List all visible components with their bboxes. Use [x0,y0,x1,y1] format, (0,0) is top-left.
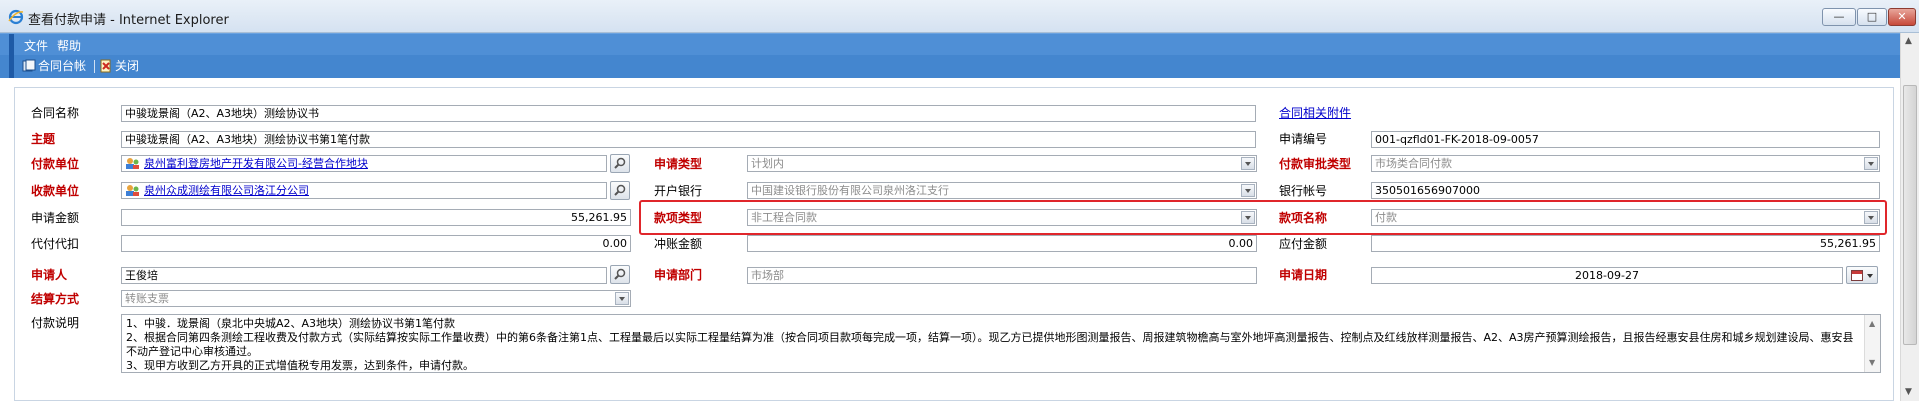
textarea-scrollbar[interactable]: ▲ ▼ [1864,315,1880,372]
apply-type-value: 计划内 [751,157,784,170]
title-bar: 查看付款申请 - Internet Explorer — □ ✕ [0,0,1919,33]
menu-item-file[interactable]: 文件 [24,37,48,54]
approval-type-select[interactable]: 市场类合同付款 [1371,155,1880,172]
apply-dept-label: 申请部门 [654,268,703,282]
apply-date-field[interactable]: 2018-09-27 [1371,267,1843,284]
bank-value: 中国建设银行股份有限公司泉州洛江支行 [751,184,949,197]
pay-note-line-3: 3、现甲方收到乙方开具的正式增值税专用发票，达到条件，申请付款。 [126,359,474,372]
bank-label: 开户银行 [654,184,703,198]
applicant-field[interactable]: 王俊培 [121,267,607,284]
close-label: 关闭 [115,59,140,73]
search-icon [614,157,626,169]
organization-icon [126,185,139,196]
minimize-icon: — [1833,10,1845,23]
date-picker-button[interactable] [1846,266,1878,284]
calendar-icon [1851,270,1863,281]
offset-amount-label: 冲账金额 [654,237,703,251]
payee-search-button[interactable] [610,181,630,200]
apply-dept-field: 市场部 [747,267,1257,284]
payee-label: 收款单位 [31,184,80,198]
settle-method-value: 转账支票 [125,292,169,305]
vertical-scrollbar[interactable]: ▲ ▼ [1900,33,1919,401]
bank-select[interactable]: 中国建设银行股份有限公司泉州洛江支行 [747,182,1257,199]
pay-note-line-2: 2、根据合同第四条测绘工程收费及付款方式（实际结算按实际工作量收费）中的第6条备… [126,331,1854,358]
applicant-label: 申请人 [31,268,68,282]
agent-pay-field[interactable]: 0.00 [121,235,631,252]
payee-field[interactable]: 泉州众成测绘有限公司洛江分公司 [121,182,607,199]
contract-attachment-link[interactable]: 合同相关附件 [1279,104,1351,121]
window-title: 查看付款申请 - Internet Explorer [28,13,229,28]
toolbar-separator [94,60,95,73]
subject-label: 主题 [31,132,56,146]
close-window-button[interactable]: ✕ [1888,8,1916,26]
payable-amount-field: 55,261.95 [1371,235,1880,252]
chevron-down-icon[interactable] [1241,157,1255,170]
apply-no-field: 001-qzfld01-FK-2018-09-0057 [1371,131,1880,148]
apply-no-label: 申请编号 [1279,132,1328,146]
payer-label: 付款单位 [31,157,80,171]
menu-bar-accent [9,34,14,56]
pay-note-line-1: 1、中骏．珑景阁（泉北中央城A2、A3地块）测绘协议书第1笔付款 [126,317,456,330]
apply-date-label: 申请日期 [1279,268,1328,282]
maximize-icon: □ [1866,10,1878,23]
minimize-button[interactable]: — [1822,8,1856,26]
scrollbar-thumb[interactable] [1903,85,1917,345]
close-button[interactable]: 关闭 [99,58,139,75]
organization-icon [126,158,139,169]
applicant-search-button[interactable] [610,265,630,284]
settle-method-label: 结算方式 [31,292,80,306]
offset-amount-field: 0.00 [747,235,1257,252]
scroll-up-icon[interactable]: ▲ [1869,317,1875,331]
ledger-icon [22,59,36,72]
menu-bar: 文件 帮助 [0,33,1900,56]
contract-ledger-label: 合同台帐 [38,59,87,73]
scroll-up-icon[interactable]: ▲ [1905,36,1912,46]
apply-type-select[interactable]: 计划内 [747,155,1257,172]
menu-item-help[interactable]: 帮助 [57,37,81,54]
apply-amount-field: 55,261.95 [121,209,631,226]
agent-pay-label: 代付代扣 [31,237,80,251]
approval-type-value: 市场类合同付款 [1375,157,1452,170]
chevron-down-icon[interactable] [615,292,629,305]
approval-type-label: 付款审批类型 [1279,157,1352,171]
highlight-box [639,200,1887,235]
pay-note-textarea[interactable]: 1、中骏．珑景阁（泉北中央城A2、A3地块）测绘协议书第1笔付款 2、根据合同第… [121,314,1881,373]
contract-name-field: 中骏珑景阁（A2、A3地块）测绘协议书 [121,105,1256,122]
subject-field[interactable]: 中骏珑景阁（A2、A3地块）测绘协议书第1笔付款 [121,131,1256,148]
search-icon [614,268,626,280]
close-page-icon [100,59,111,73]
payer-value[interactable]: 泉州富利登房地产开发有限公司-经营合作地块 [144,157,368,170]
chevron-down-icon [1867,274,1873,278]
pay-note-label: 付款说明 [31,316,80,330]
payee-value[interactable]: 泉州众成测绘有限公司洛江分公司 [144,184,309,197]
contract-name-label: 合同名称 [31,106,80,120]
payable-amount-label: 应付金额 [1279,237,1328,251]
apply-amount-label: 申请金额 [31,211,80,225]
payer-field[interactable]: 泉州富利登房地产开发有限公司-经营合作地块 [121,155,607,172]
bank-account-label: 银行帐号 [1279,184,1328,198]
chevron-down-icon[interactable] [1241,184,1255,197]
scroll-down-icon[interactable]: ▼ [1905,387,1912,397]
close-icon: ✕ [1897,10,1907,23]
toolbar: 合同台帐 关闭 [0,55,1900,78]
bank-account-field: 350501656907000 [1371,182,1880,199]
toolbar-accent [9,55,14,78]
search-icon [614,184,626,196]
chevron-down-icon[interactable] [1864,157,1878,170]
settle-method-select[interactable]: 转账支票 [121,290,631,307]
payer-search-button[interactable] [610,154,630,173]
apply-type-label: 申请类型 [654,157,703,171]
internet-explorer-icon [8,9,24,25]
scroll-down-icon[interactable]: ▼ [1869,356,1875,370]
contract-ledger-button[interactable]: 合同台帐 [22,58,86,75]
maximize-button[interactable]: □ [1857,8,1887,26]
